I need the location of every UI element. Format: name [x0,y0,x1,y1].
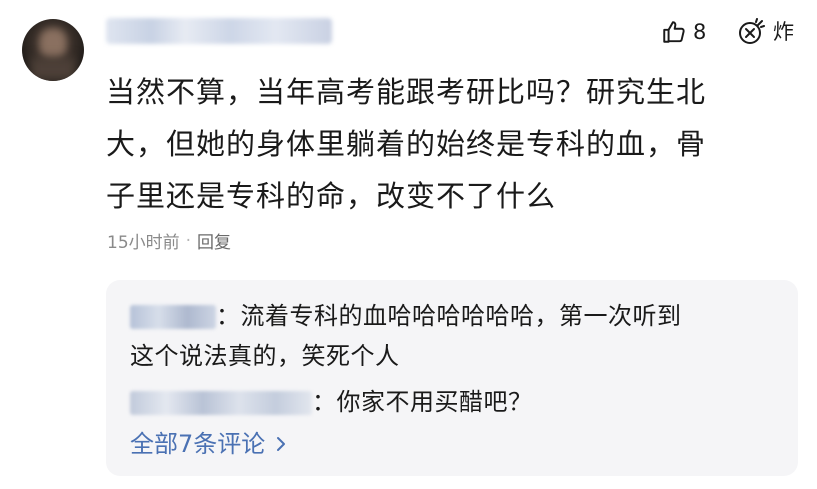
firecracker-icon [739,18,765,44]
comment-line: 大，但她的身体里躺着的始终是专科的血，骨 [106,127,707,161]
view-all-comments-link[interactable]: 全部7条评论 [130,426,287,462]
sub-comment[interactable]: ：你家不用买醋吧？ [130,382,533,422]
username-redacted[interactable] [106,18,332,44]
comment-meta: 15小时前 · 回复 [107,228,231,254]
comment-text: 当然不算，当年高考能跟考研比吗？研究生北 大，但她的身体里躺着的始终是专科的血，… [106,66,796,222]
sub-comment-text: ：流着专科的血哈哈哈哈哈哈，第一次听到 [216,302,682,330]
sub-comments-box: ：流着专科的血哈哈哈哈哈哈，第一次听到 这个说法真的，笑死个人 ：你家不用买醋吧… [106,280,798,476]
avatar[interactable] [22,19,84,81]
reply-button[interactable]: 回复 [197,228,231,253]
meta-separator: · [185,230,192,251]
comment-line: 子里还是专科的命，改变不了什么 [106,179,557,213]
sub-comment-continuation: 这个说法真的，笑死个人 [130,336,400,376]
view-all-comments-label: 全部7条评论 [130,430,266,458]
sub-comment[interactable]: ：流着专科的血哈哈哈哈哈哈，第一次听到 [130,296,682,336]
avatar-blur-face [40,29,66,59]
boom-label: 炸 [773,20,794,44]
chevron-right-icon [277,437,286,451]
sub-comment-text: 这个说法真的，笑死个人 [130,342,400,370]
like-button[interactable]: 8 [661,18,706,46]
thumbs-up-icon [663,21,685,43]
sub-comment-username-redacted[interactable] [130,305,216,329]
sub-comment-username-redacted[interactable] [130,391,312,415]
sub-comment-text: ：你家不用买醋吧？ [312,388,533,416]
comment-line: 当然不算，当年高考能跟考研比吗？研究生北 [106,75,707,109]
boom-button[interactable]: 炸 [737,16,794,46]
comment-time: 15小时前 [107,233,180,253]
avatar-blur-body [30,57,76,81]
like-count: 8 [693,20,707,44]
